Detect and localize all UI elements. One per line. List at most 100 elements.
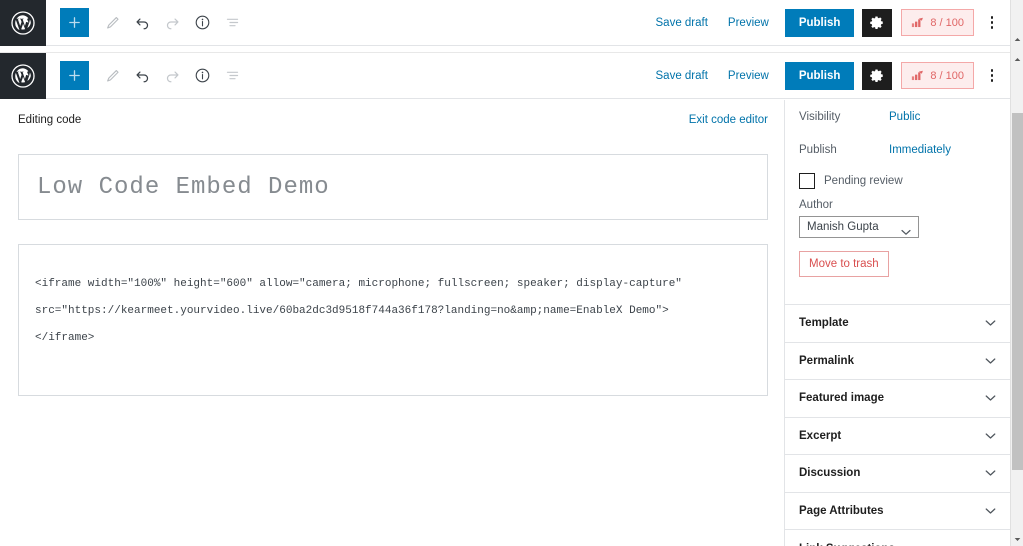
tools-pencil-button-inner[interactable]	[97, 61, 127, 91]
scrollbar-thumb[interactable]	[1012, 113, 1023, 470]
code-line: </iframe>	[35, 332, 95, 344]
more-options-button-inner[interactable]	[980, 61, 1004, 91]
publish-date-row: Publish Immediately	[785, 133, 1010, 166]
preview-button-inner[interactable]: Preview	[718, 64, 779, 88]
panel-label: Template	[799, 317, 849, 330]
more-options-button[interactable]	[980, 8, 1004, 38]
code-textarea[interactable]: <iframe width="100%" height="600" allow=…	[18, 244, 768, 396]
editor-toolbar-inner: Save draft Preview Publish 8 / 100	[0, 52, 1011, 99]
list-view-button-inner[interactable]	[217, 61, 247, 91]
seo-score-badge-inner[interactable]: 8 / 100	[901, 62, 974, 89]
scroll-up-arrow-icon[interactable]	[1011, 33, 1023, 46]
chevron-down-icon	[985, 352, 996, 370]
redo-arrow-icon	[166, 71, 179, 83]
chevron-down-icon	[985, 427, 996, 445]
gear-icon	[870, 69, 883, 83]
toolbar-left-group	[46, 8, 247, 38]
pencil-icon	[106, 17, 119, 29]
post-title-field[interactable]: Low Code Embed Demo	[18, 154, 768, 220]
list-view-icon	[226, 71, 238, 80]
chevron-up-icon	[985, 540, 996, 546]
redo-arrow-icon	[166, 18, 179, 30]
author-select[interactable]: Manish Gupta	[799, 216, 919, 238]
author-value: Manish Gupta	[807, 221, 879, 233]
panel-excerpt[interactable]: Excerpt	[785, 418, 1010, 455]
settings-button-inner[interactable]	[862, 61, 893, 90]
move-to-trash-button[interactable]: Move to trash	[799, 251, 889, 277]
preview-button[interactable]: Preview	[718, 11, 779, 35]
chevron-down-icon	[985, 502, 996, 520]
post-title-value: Low Code Embed Demo	[37, 173, 330, 201]
wordpress-logo-icon[interactable]	[0, 0, 46, 46]
pencil-icon	[106, 70, 119, 82]
chevron-down-icon	[901, 223, 911, 241]
sidebar-scrollbar[interactable]	[1010, 53, 1023, 546]
redo-button[interactable]	[157, 8, 187, 38]
author-label: Author	[799, 199, 833, 211]
editing-mode-label: Editing code	[18, 114, 82, 126]
save-draft-button-inner[interactable]: Save draft	[646, 64, 718, 88]
code-line: src="https://kearmeet.yourvideo.live/60b…	[35, 305, 669, 317]
publish-date-value[interactable]: Immediately	[889, 144, 951, 156]
panel-discussion[interactable]: Discussion	[785, 455, 1010, 493]
code-editor-bar: Editing code Exit code editor	[0, 100, 784, 136]
frame-seam	[0, 46, 1010, 53]
scroll-down-arrow-icon[interactable]	[1011, 533, 1023, 546]
seo-signal-icon	[912, 70, 924, 81]
undo-arrow-icon	[135, 18, 148, 30]
wordpress-logo-icon-inner[interactable]	[0, 52, 46, 99]
plus-icon	[69, 17, 80, 28]
panel-link-suggestions[interactable]: Link Suggestions	[785, 530, 1010, 546]
publish-button-inner[interactable]: Publish	[784, 61, 855, 90]
list-view-icon	[226, 18, 238, 27]
add-block-button[interactable]	[60, 8, 89, 37]
author-field: Author Manish Gupta	[785, 191, 1010, 238]
exit-code-editor-link[interactable]: Exit code editor	[689, 114, 768, 126]
info-circle-icon	[195, 68, 209, 83]
seo-score-value-inner: 8 / 100	[930, 69, 964, 82]
undo-button-inner[interactable]	[127, 61, 157, 91]
chevron-down-icon	[985, 389, 996, 407]
gear-icon	[870, 16, 883, 30]
toolbar-right-group-inner: Save draft Preview Publish 8 / 100	[646, 61, 1011, 91]
toolbar-right-group: Save draft Preview Publish 8 / 100	[646, 8, 1011, 38]
details-info-button[interactable]	[187, 8, 217, 38]
visibility-label: Visibility	[799, 110, 841, 123]
panel-label: Featured image	[799, 392, 884, 405]
publish-button[interactable]: Publish	[784, 8, 855, 37]
scroll-up-arrow-icon[interactable]	[1011, 53, 1023, 66]
code-editor-area: Editing code Exit code editor Low Code E…	[0, 100, 784, 546]
panel-template[interactable]: Template	[785, 305, 1010, 343]
settings-button[interactable]	[862, 8, 893, 37]
list-view-button[interactable]	[217, 8, 247, 38]
panel-label: Permalink	[799, 354, 854, 367]
panel-permalink[interactable]: Permalink	[785, 343, 1010, 380]
undo-button[interactable]	[127, 8, 157, 38]
details-info-button-inner[interactable]	[187, 61, 217, 91]
publish-date-label: Publish	[799, 143, 837, 156]
visibility-value[interactable]: Public	[889, 111, 920, 123]
sidebar-divider	[785, 291, 1010, 305]
save-draft-button[interactable]: Save draft	[646, 11, 718, 35]
panel-featured-image[interactable]: Featured image	[785, 380, 1010, 418]
seo-score-badge[interactable]: 8 / 100	[901, 9, 974, 36]
panel-page-attributes[interactable]: Page Attributes	[785, 493, 1010, 530]
visibility-row: Visibility Public	[785, 100, 1010, 133]
chevron-down-icon	[985, 464, 996, 482]
redo-button-inner[interactable]	[157, 61, 187, 91]
outer-scrollbar[interactable]	[1010, 0, 1023, 53]
pending-review-toggle[interactable]: Pending review	[785, 166, 1010, 191]
pending-review-label: Pending review	[824, 175, 903, 187]
tools-pencil-button[interactable]	[97, 8, 127, 38]
pending-review-checkbox[interactable]	[799, 173, 815, 189]
settings-sidebar: Visibility Public Publish Immediately Pe…	[784, 100, 1010, 546]
toolbar-left-group-inner	[46, 61, 247, 91]
panel-label: Discussion	[799, 467, 861, 480]
info-circle-icon	[195, 15, 209, 30]
plus-icon	[69, 70, 80, 81]
add-block-button-inner[interactable]	[60, 61, 89, 90]
undo-arrow-icon	[135, 71, 148, 83]
panel-label: Page Attributes	[799, 504, 884, 517]
panel-label: Excerpt	[799, 429, 842, 442]
chevron-down-icon	[985, 314, 996, 332]
